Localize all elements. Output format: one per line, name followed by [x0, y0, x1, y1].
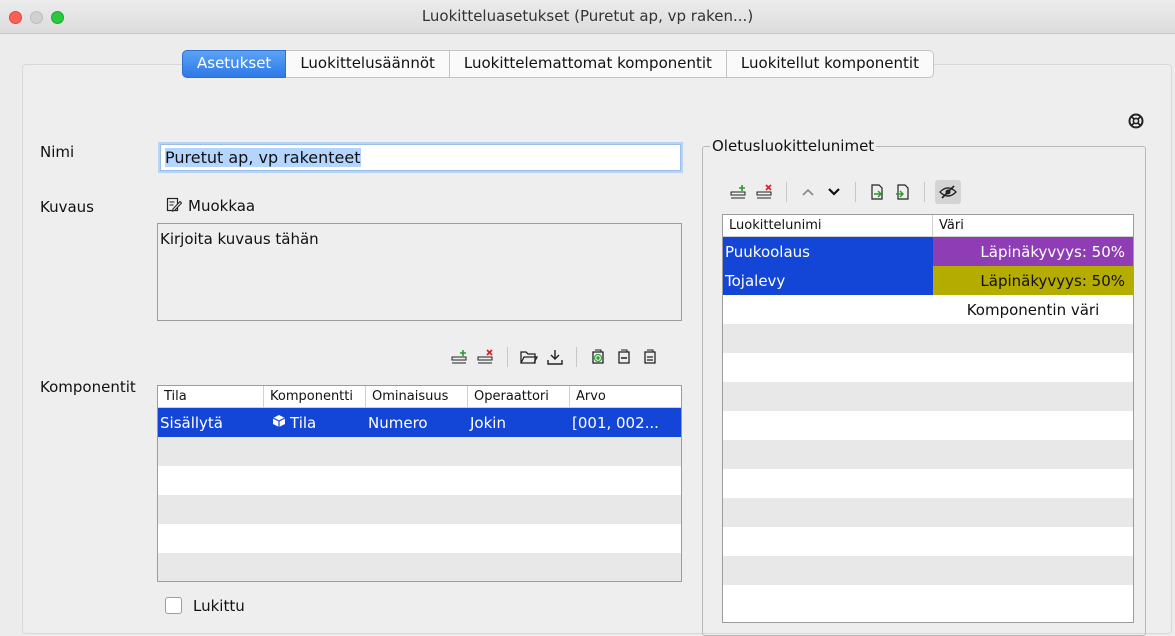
name-label: Nimi — [40, 143, 75, 161]
table-row — [158, 495, 681, 524]
remove-group-icon[interactable] — [613, 346, 635, 368]
table-row — [158, 524, 681, 553]
toolbar-separator — [576, 347, 577, 367]
edit-label: Muokkaa — [188, 197, 256, 215]
table-row — [158, 553, 681, 581]
table-row — [723, 411, 1133, 440]
components-label: Komponentit — [40, 378, 136, 396]
name-input-value: Puretut ap, vp rakenteet — [165, 148, 361, 167]
open-folder-icon[interactable] — [518, 346, 540, 368]
cell-tila: Sisällytä — [160, 413, 223, 432]
table-row — [723, 353, 1133, 382]
column-header[interactable]: Ominaisuus — [366, 386, 468, 407]
description-textarea[interactable]: Kirjoita kuvaus tähän — [157, 223, 682, 321]
remove-row-icon[interactable] — [754, 181, 776, 203]
description-label: Kuvaus — [40, 198, 94, 216]
equal-group-icon[interactable] — [639, 346, 661, 368]
default-names-table-header: Luokittelunimi Väri — [723, 215, 1133, 237]
components-toolbar — [449, 346, 661, 368]
table-row — [723, 469, 1133, 498]
remove-row-icon[interactable] — [475, 346, 497, 368]
table-row — [158, 466, 681, 495]
toolbar-separator — [507, 347, 508, 367]
table-row — [723, 440, 1133, 469]
download-icon[interactable] — [544, 346, 566, 368]
cell-operaattori: Jokin — [470, 413, 506, 432]
default-names-legend: Oletusluokittelunimet — [710, 137, 877, 155]
description-text: Kirjoita kuvaus tähän — [160, 230, 319, 248]
column-header[interactable]: Luokittelunimi — [723, 215, 933, 236]
table-row — [723, 585, 1133, 614]
cell-name: Puukoolaus — [723, 237, 933, 266]
table-row — [158, 437, 681, 466]
components-table-header: Tila Komponentti Ominaisuus Operaattori … — [158, 386, 681, 408]
tab-asetukset[interactable]: Asetukset — [182, 50, 287, 78]
help-icon[interactable] — [1128, 113, 1144, 133]
name-input[interactable]: Puretut ap, vp rakenteet — [160, 144, 681, 171]
move-down-icon[interactable] — [823, 181, 845, 203]
cell-name: Tojalevy — [723, 266, 933, 295]
table-row — [723, 527, 1133, 556]
tab-bar: Asetukset Luokittelusäännöt Luokittelema… — [182, 50, 934, 78]
table-row — [723, 382, 1133, 411]
cell-name — [723, 295, 933, 324]
tab-luokittelemattomat[interactable]: Luokittelemattomat komponentit — [449, 50, 727, 78]
cube-icon — [272, 414, 286, 432]
cell-color[interactable]: Komponentin väri — [933, 295, 1133, 324]
toolbar-separator — [786, 182, 787, 202]
add-row-icon[interactable] — [728, 181, 750, 203]
cell-komponentti: Tila — [264, 408, 366, 437]
edit-description-button[interactable]: Muokkaa — [166, 196, 255, 216]
cell-arvo: [001, 002... — [572, 413, 659, 432]
export-icon[interactable] — [892, 181, 914, 203]
table-row — [723, 498, 1133, 527]
table-row[interactable]: Komponentin väri — [723, 295, 1133, 324]
locked-checkbox[interactable] — [165, 597, 182, 614]
components-table: Tila Komponentti Ominaisuus Operaattori … — [157, 385, 682, 582]
cell-komponentti-text: Tila — [290, 413, 317, 432]
import-icon[interactable] — [866, 181, 888, 203]
title-bar: Luokitteluasetukset (Puretut ap, vp rake… — [0, 0, 1175, 34]
table-row[interactable]: Puukoolaus Läpinäkyvyys: 50% — [723, 237, 1133, 266]
table-row — [723, 324, 1133, 353]
column-header[interactable]: Tila — [158, 386, 264, 407]
default-names-table: Luokittelunimi Väri Puukoolaus Läpinäkyv… — [722, 214, 1134, 623]
move-up-icon[interactable] — [797, 181, 819, 203]
cell-color[interactable]: Läpinäkyvyys: 50% — [933, 266, 1133, 295]
edit-icon — [166, 196, 183, 216]
tab-luokittelusaannot[interactable]: Luokittelusäännöt — [286, 50, 450, 78]
cell-ominaisuus: Numero — [368, 413, 428, 432]
cell-color[interactable]: Läpinäkyvyys: 50% — [933, 237, 1133, 266]
column-header[interactable]: Operaattori — [468, 386, 570, 407]
tab-luokitellut[interactable]: Luokitellut komponentit — [726, 50, 934, 78]
hide-eye-icon[interactable] — [935, 180, 961, 204]
table-row[interactable]: Sisällytä Tila Numero Jokin [001, 002... — [158, 408, 681, 437]
add-group-icon[interactable] — [587, 346, 609, 368]
add-row-icon[interactable] — [449, 346, 471, 368]
default-names-toolbar — [728, 180, 961, 204]
table-row — [723, 556, 1133, 585]
toolbar-separator — [855, 182, 856, 202]
column-header[interactable]: Komponentti — [264, 386, 366, 407]
locked-label: Lukittu — [193, 597, 245, 615]
column-header[interactable]: Väri — [933, 215, 1133, 236]
column-header[interactable]: Arvo — [570, 386, 681, 407]
window-title: Luokitteluasetukset (Puretut ap, vp rake… — [421, 7, 754, 25]
table-row[interactable]: Tojalevy Läpinäkyvyys: 50% — [723, 266, 1133, 295]
toolbar-separator — [924, 182, 925, 202]
